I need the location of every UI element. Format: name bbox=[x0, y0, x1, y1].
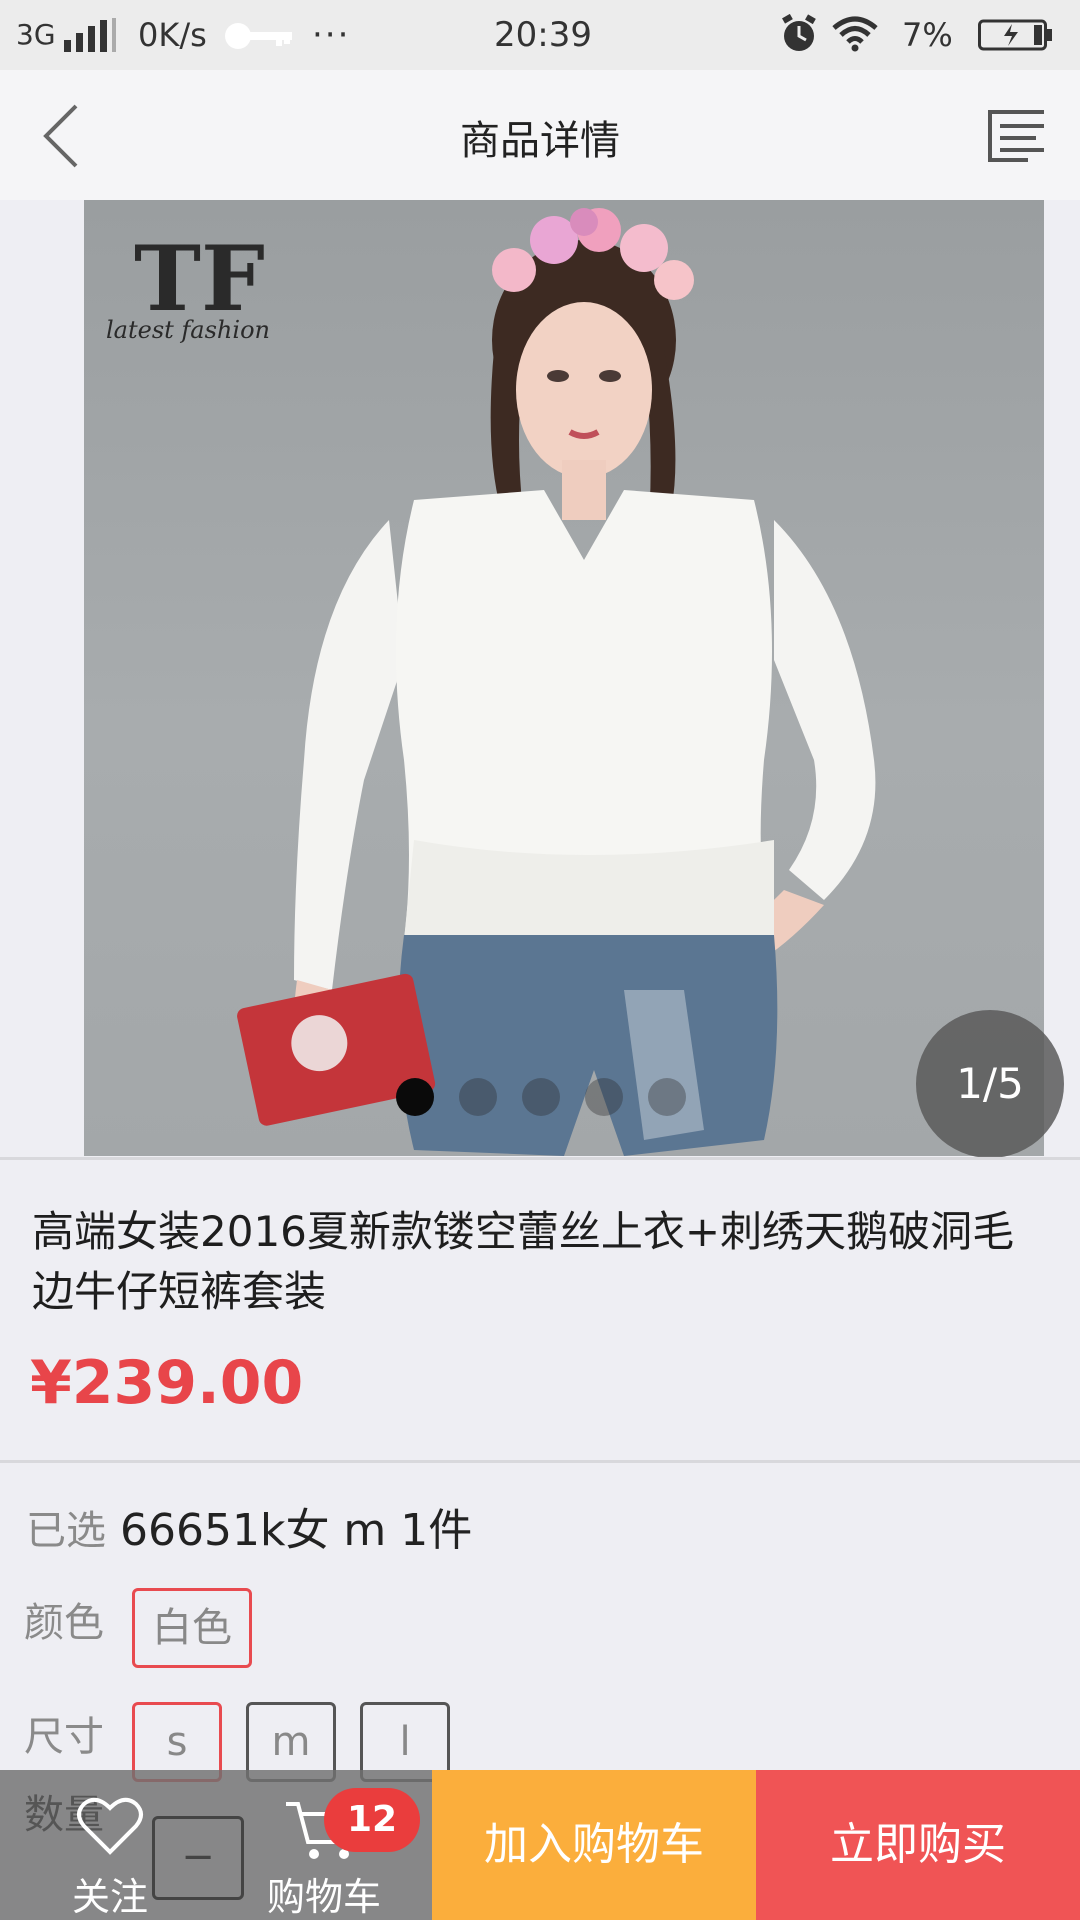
selected-value: 66651k女 m 1件 bbox=[120, 1505, 473, 1556]
divider bbox=[0, 1460, 1080, 1463]
color-label: 颜色 bbox=[24, 1600, 104, 1646]
add-to-cart-button[interactable]: 加入购物车 bbox=[432, 1770, 756, 1920]
size-label: 尺寸 bbox=[24, 1714, 104, 1760]
pager-dot[interactable] bbox=[522, 1078, 560, 1116]
more-notifications: ··· bbox=[312, 15, 351, 55]
pager-dot[interactable] bbox=[585, 1078, 623, 1116]
divider bbox=[0, 1157, 1080, 1160]
status-bar: 3G 0K/s ··· 20:39 7% bbox=[0, 0, 1080, 70]
image-counter: 1/5 bbox=[916, 1010, 1064, 1158]
list-menu-icon[interactable] bbox=[984, 104, 1048, 166]
product-price: ¥239.00 bbox=[30, 1348, 304, 1418]
battery-percent: 7% bbox=[902, 16, 953, 54]
wifi-icon bbox=[832, 16, 878, 52]
product-photo: TF latest fashion bbox=[106, 208, 876, 1156]
cart-count-badge: 12 bbox=[324, 1788, 420, 1852]
pager-dot[interactable] bbox=[648, 1078, 686, 1116]
product-title: 高端女装2016夏新款镂空蕾丝上衣+刺绣天鹅破洞毛边牛仔短裤套装 bbox=[32, 1207, 1015, 1316]
gallery-pager bbox=[396, 1078, 686, 1116]
pager-dot[interactable] bbox=[459, 1078, 497, 1116]
color-option-white[interactable]: 白色 bbox=[132, 1588, 252, 1668]
signal-icon bbox=[64, 18, 116, 52]
battery-charging-icon bbox=[978, 19, 1052, 51]
buy-now-button[interactable]: 立即购买 bbox=[756, 1770, 1080, 1920]
alarm-icon bbox=[782, 14, 816, 51]
brand-logo: TF latest fashion bbox=[106, 226, 270, 344]
network-type: 3G bbox=[16, 18, 56, 51]
key-icon bbox=[225, 23, 292, 49]
selected-label: 已选 bbox=[26, 1508, 106, 1554]
favorite-label: 关注 bbox=[71, 1875, 148, 1919]
nav-bar: 商品详情 bbox=[0, 70, 1080, 200]
product-image[interactable]: TF latest fashion bbox=[84, 200, 1044, 1156]
cart-label: 购物车 bbox=[266, 1875, 381, 1919]
heart-icon bbox=[77, 1797, 143, 1855]
page-title: 商品详情 bbox=[460, 118, 620, 164]
clock: 20:39 bbox=[494, 15, 592, 55]
network-speed: 0K/s bbox=[138, 16, 207, 54]
pager-dot[interactable] bbox=[396, 1078, 434, 1116]
svg-text:latest fashion: latest fashion bbox=[106, 316, 270, 344]
favorite-button[interactable]: 关注 bbox=[30, 1770, 190, 1920]
